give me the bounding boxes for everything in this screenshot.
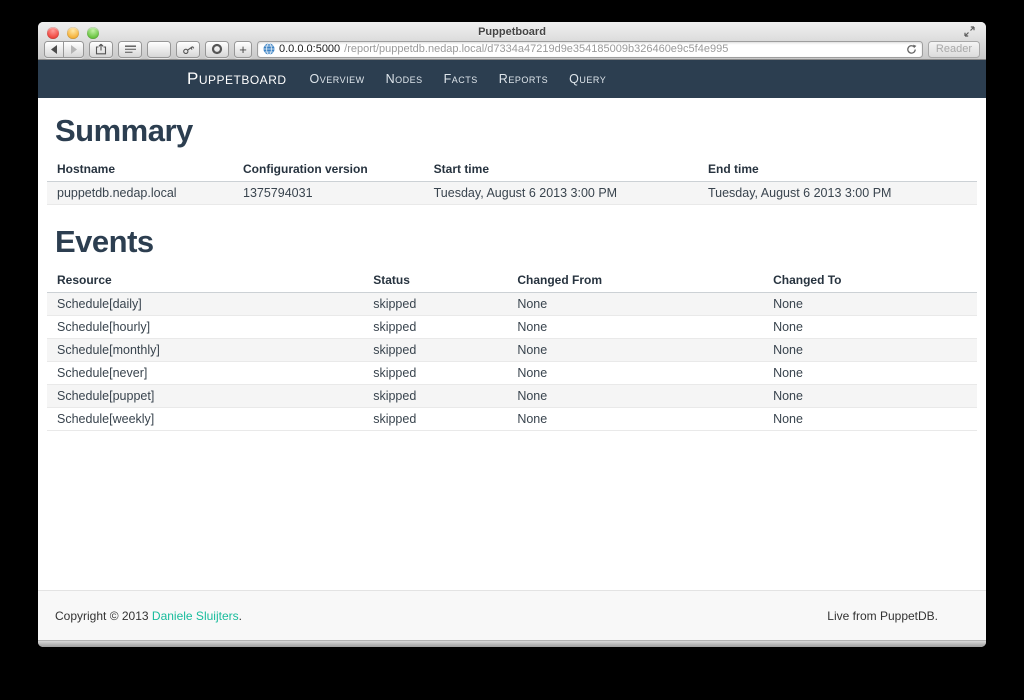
cell-resource: Schedule[daily] [47, 293, 363, 316]
back-button[interactable] [44, 41, 64, 58]
forward-icon [70, 45, 78, 54]
address-bar[interactable]: 0.0.0.0:5000 /report/puppetdb.nedap.loca… [257, 41, 923, 58]
cell-resource: Schedule[monthly] [47, 339, 363, 362]
column-header-status: Status [363, 268, 507, 293]
nav-item-query[interactable]: Query [569, 72, 606, 86]
fullscreen-icon [964, 26, 975, 37]
cell-changed-to: None [763, 408, 977, 431]
nav-item-facts[interactable]: Facts [444, 72, 478, 86]
page-footer: Copyright © 2013 Daniele Sluijters. Live… [38, 590, 986, 640]
text-lines-icon [125, 45, 136, 54]
column-header-end-time: End time [698, 157, 977, 182]
column-header-changed-from: Changed From [507, 268, 763, 293]
events-heading: Events [55, 224, 977, 260]
cell-changed-to: None [763, 293, 977, 316]
summary-table: Hostname Configuration version Start tim… [47, 157, 977, 205]
reader-button[interactable]: Reader [928, 41, 980, 58]
live-from-puppetdb-text: Live from PuppetDB. [827, 609, 938, 623]
browser-chrome: Puppetboard [38, 22, 986, 60]
key-icon [182, 44, 195, 55]
blank-toolbar-button[interactable] [147, 41, 171, 58]
cell-changed-from: None [507, 362, 763, 385]
cell-config-version: 1375794031 [233, 182, 424, 205]
cell-status: skipped [363, 339, 507, 362]
column-header-resource: Resource [47, 268, 363, 293]
window-title: Puppetboard [38, 26, 986, 38]
cell-resource: Schedule[puppet] [47, 385, 363, 408]
cell-changed-to: None [763, 385, 977, 408]
cell-changed-to: None [763, 316, 977, 339]
share-button[interactable] [89, 41, 113, 58]
page-content: Summary Hostname Configuration version S… [38, 98, 986, 590]
cell-changed-from: None [507, 408, 763, 431]
browser-toolbar: + 0.0.0.0:5000 /report/puppetdb.nedap.lo… [44, 40, 980, 58]
cell-end-time: Tuesday, August 6 2013 3:00 PM [698, 182, 977, 205]
cell-start-time: Tuesday, August 6 2013 3:00 PM [424, 182, 698, 205]
nav-item-overview[interactable]: Overview [310, 72, 365, 86]
summary-header-row: Hostname Configuration version Start tim… [47, 157, 977, 182]
cell-changed-from: None [507, 293, 763, 316]
column-header-changed-to: Changed To [763, 268, 977, 293]
navbar-brand[interactable]: Puppetboard [187, 69, 287, 89]
column-header-config-version: Configuration version [233, 157, 424, 182]
globe-favicon-icon [263, 43, 275, 55]
table-row: Schedule[never] skipped None None [47, 362, 977, 385]
table-row: Schedule[daily] skipped None None [47, 293, 977, 316]
reading-list-button[interactable] [118, 41, 142, 58]
cell-resource: Schedule[weekly] [47, 408, 363, 431]
summary-row: puppetdb.nedap.local 1375794031 Tuesday,… [47, 182, 977, 205]
copyright-prefix: Copyright © 2013 [55, 609, 152, 623]
table-row: Schedule[hourly] skipped None None [47, 316, 977, 339]
history-nav-group [44, 41, 84, 58]
summary-heading: Summary [55, 113, 977, 149]
keychain-button[interactable] [176, 41, 200, 58]
cell-resource: Schedule[never] [47, 362, 363, 385]
copyright-text: Copyright © 2013 Daniele Sluijters. [55, 609, 242, 623]
cell-status: skipped [363, 293, 507, 316]
cell-changed-from: None [507, 339, 763, 362]
cell-hostname: puppetdb.nedap.local [47, 182, 233, 205]
table-row: Schedule[monthly] skipped None None [47, 339, 977, 362]
url-host: 0.0.0.0:5000 [279, 43, 340, 55]
cell-resource: Schedule[hourly] [47, 316, 363, 339]
url-path: /report/puppetdb.nedap.local/d7334a47219… [344, 43, 902, 55]
nav-item-nodes[interactable]: Nodes [386, 72, 423, 86]
cell-changed-to: None [763, 362, 977, 385]
cell-status: skipped [363, 316, 507, 339]
app-navbar: Puppetboard Overview Nodes Facts Reports… [38, 60, 986, 98]
cell-changed-from: None [507, 385, 763, 408]
cell-changed-to: None [763, 339, 977, 362]
copyright-suffix: . [239, 609, 242, 623]
ring-icon [211, 43, 223, 55]
author-link[interactable]: Daniele Sluijters [152, 609, 239, 623]
cell-changed-from: None [507, 316, 763, 339]
cell-status: skipped [363, 385, 507, 408]
column-header-hostname: Hostname [47, 157, 233, 182]
table-row: Schedule[puppet] skipped None None [47, 385, 977, 408]
browser-window: Puppetboard [38, 22, 986, 647]
table-row: Schedule[weekly] skipped None None [47, 408, 977, 431]
nav-item-reports[interactable]: Reports [499, 72, 548, 86]
cell-status: skipped [363, 408, 507, 431]
events-table: Resource Status Changed From Changed To … [47, 268, 977, 431]
fullscreen-button[interactable] [962, 25, 976, 37]
top-sites-button[interactable] [205, 41, 229, 58]
reload-icon[interactable] [906, 44, 917, 55]
cell-status: skipped [363, 362, 507, 385]
column-header-start-time: Start time [424, 157, 698, 182]
forward-button[interactable] [64, 41, 84, 58]
window-bottom-edge [38, 640, 986, 647]
back-icon [50, 45, 58, 54]
events-header-row: Resource Status Changed From Changed To [47, 268, 977, 293]
new-tab-button[interactable]: + [234, 41, 252, 58]
share-icon [95, 43, 107, 55]
